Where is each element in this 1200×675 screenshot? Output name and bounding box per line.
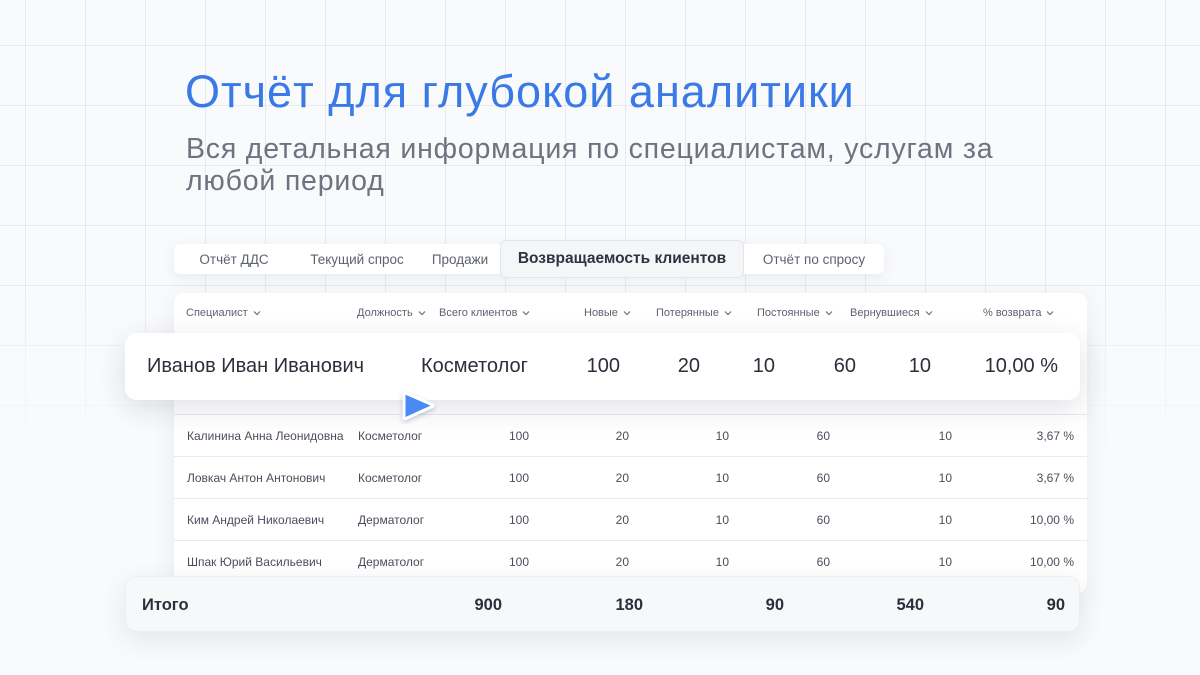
returned-clients-value: 10 xyxy=(908,355,931,377)
column-header-regular[interactable]: Постоянные xyxy=(757,307,834,319)
return-rate-value: 10,00 % xyxy=(1029,513,1074,527)
tab-demand-report[interactable]: Отчёт по спросу xyxy=(744,244,884,274)
regular-clients-value: 60 xyxy=(816,429,830,443)
new-clients-value: 20 xyxy=(615,471,629,485)
total-clients-value: 100 xyxy=(508,471,529,485)
highlighted-table-row[interactable]: Иванов Иван Иванович Косметолог 100 20 1… xyxy=(125,333,1080,400)
table-row[interactable]: Ким Андрей Николаевич Дерматолог 100 20 … xyxy=(174,499,1087,541)
column-header-total-clients[interactable]: Всего клиентов xyxy=(439,307,531,319)
new-clients-value: 20 xyxy=(677,355,700,377)
return-rate-value: 10,00 % xyxy=(984,355,1058,377)
page-title: Отчёт для глубокой аналитики xyxy=(185,66,855,117)
chevron-down-icon xyxy=(924,308,934,318)
tab-sales[interactable]: Продажи xyxy=(420,244,500,274)
page-subtitle: Вся детальная информация по специалистам… xyxy=(186,133,994,197)
total-clients-sum: 900 xyxy=(474,596,502,614)
lost-clients-value: 10 xyxy=(715,429,729,443)
specialist-name: Ловкач Антон Антонович xyxy=(187,471,326,485)
regular-clients-value: 60 xyxy=(833,355,856,377)
specialist-position: Косметолог xyxy=(358,471,423,485)
returned-clients-value: 10 xyxy=(938,471,952,485)
regular-clients-value: 60 xyxy=(816,471,830,485)
returned-clients-sum: 90 xyxy=(1046,596,1065,614)
chevron-down-icon xyxy=(622,308,632,318)
cursor-pointer-icon xyxy=(396,388,440,424)
table-row[interactable]: Калинина Анна Леонидовна Косметолог 100 … xyxy=(174,415,1087,457)
regular-clients-sum: 540 xyxy=(896,596,924,614)
return-rate-value: 3,67 % xyxy=(1036,471,1074,485)
lost-clients-value: 10 xyxy=(715,471,729,485)
returned-clients-value: 10 xyxy=(938,513,952,527)
column-header-return-rate[interactable]: % возврата xyxy=(983,307,1055,319)
return-rate-value: 3,67 % xyxy=(1036,429,1074,443)
column-header-lost[interactable]: Потерянные xyxy=(656,307,733,319)
tab-client-retention[interactable]: Возвращаемость клиентов xyxy=(500,240,744,278)
report-tabs: Отчёт ДДС Текущий спрос Продажи Возвраща… xyxy=(174,240,884,278)
chevron-down-icon xyxy=(723,308,733,318)
specialist-name: Калинина Анна Леонидовна xyxy=(187,429,344,443)
specialist-name: Ким Андрей Николаевич xyxy=(187,513,325,527)
chevron-down-icon xyxy=(252,308,262,318)
new-clients-sum: 180 xyxy=(615,596,643,614)
new-clients-value: 20 xyxy=(615,429,629,443)
total-clients-value: 100 xyxy=(508,513,529,527)
new-clients-value: 20 xyxy=(615,513,629,527)
lost-clients-sum: 90 xyxy=(765,596,784,614)
specialist-name: Иванов Иван Иванович xyxy=(147,355,365,377)
lost-clients-value: 10 xyxy=(752,355,775,377)
column-header-specialist[interactable]: Специалист xyxy=(186,307,262,319)
lost-clients-value: 10 xyxy=(715,513,729,527)
totals-row: Итого 900 180 90 540 90 xyxy=(125,576,1080,632)
chevron-down-icon xyxy=(521,308,531,318)
chevron-down-icon xyxy=(824,308,834,318)
tab-current-demand[interactable]: Текущий спрос xyxy=(294,244,420,274)
total-clients-value: 100 xyxy=(586,355,620,377)
chevron-down-icon xyxy=(1045,308,1055,318)
chevron-down-icon xyxy=(417,308,427,318)
total-clients-value: 100 xyxy=(508,429,529,443)
table-row[interactable]: Ловкач Антон Антонович Косметолог 100 20… xyxy=(174,457,1087,499)
tab-dds-report[interactable]: Отчёт ДДС xyxy=(174,244,294,274)
regular-clients-value: 60 xyxy=(816,513,830,527)
returned-clients-value: 10 xyxy=(938,429,952,443)
column-header-position[interactable]: Должность xyxy=(357,307,427,319)
column-header-returned[interactable]: Вернувшиеся xyxy=(850,307,934,319)
specialist-position: Дерматолог xyxy=(358,513,425,527)
totals-label: Итого xyxy=(142,596,189,614)
column-header-new[interactable]: Новые xyxy=(584,307,632,319)
